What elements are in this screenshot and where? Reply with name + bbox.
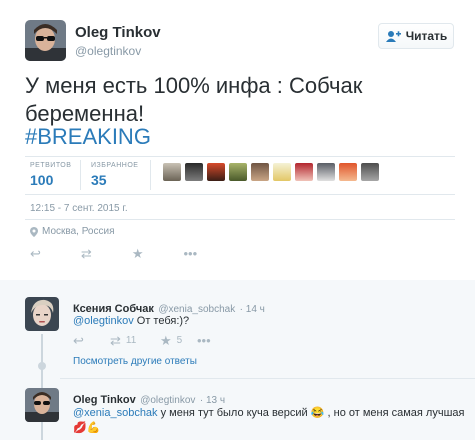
- reply-author-name[interactable]: Oleg Tinkov: [73, 394, 136, 406]
- likes-stat[interactable]: ИЗБРАННОЕ 35: [91, 162, 138, 188]
- stats-bottom-divider: [25, 194, 455, 195]
- liker-avatars: [163, 163, 379, 181]
- liker-avatar[interactable]: [185, 163, 203, 181]
- reply-reply-button[interactable]: ↩: [73, 334, 110, 347]
- reply-retweet-button[interactable]: ⇄ 11: [110, 334, 160, 347]
- follow-label: Читать: [405, 29, 448, 43]
- reply-divider: [60, 378, 475, 379]
- meta-divider: [25, 219, 455, 220]
- follow-icon: [385, 31, 401, 42]
- reply-time[interactable]: · 14 ч: [240, 304, 265, 315]
- reply-author-name[interactable]: Ксения Собчак: [73, 303, 154, 315]
- author-avatar[interactable]: [25, 20, 66, 61]
- tweet-actions: ↩ ⇄ ★ •••: [30, 247, 197, 260]
- retweet-icon: ⇄: [110, 333, 121, 348]
- reply-text: @olegtinkov От тебя:)?: [73, 315, 189, 327]
- retweet-button[interactable]: ⇄: [81, 247, 92, 260]
- reply-avatar[interactable]: [25, 388, 59, 422]
- author-handle[interactable]: @olegtinkov: [75, 44, 141, 58]
- reply-body: у меня тут было куча версий 😂 , но от ме…: [157, 407, 465, 419]
- reply-emoji-line: 💋💪: [73, 422, 101, 434]
- reply-actions: ↩ ⇄ 11 ★ 5 •••: [73, 334, 211, 347]
- liker-avatar[interactable]: [295, 163, 313, 181]
- likes-label: ИЗБРАННОЕ: [91, 162, 139, 169]
- retweets-label: РЕТВИТОВ: [30, 162, 72, 169]
- retweets-count: 100: [30, 172, 54, 188]
- favorite-button[interactable]: ★: [132, 247, 144, 260]
- reply-more-button[interactable]: •••: [197, 334, 211, 347]
- liker-avatar[interactable]: [361, 163, 379, 181]
- liker-avatar[interactable]: [163, 163, 181, 181]
- reply-avatar[interactable]: [25, 297, 59, 331]
- follow-button[interactable]: Читать: [378, 23, 454, 49]
- hashtag-link[interactable]: #BREAKING: [25, 123, 151, 151]
- tweet-timestamp[interactable]: 12:15 - 7 сент. 2015 г.: [30, 203, 128, 214]
- location-pin-icon: [30, 226, 38, 237]
- tweet-location[interactable]: Москва, Россия: [30, 226, 115, 237]
- retweets-stat[interactable]: РЕТВИТОВ 100: [30, 162, 71, 188]
- reply-icon: ↩: [73, 333, 84, 348]
- reply-mention[interactable]: @xenia_sobchak: [73, 407, 158, 419]
- liker-avatar[interactable]: [317, 163, 335, 181]
- stat-separator: [150, 160, 151, 190]
- star-icon: ★: [131, 246, 144, 261]
- reply-author-handle[interactable]: @xenia_sobchak: [158, 304, 235, 315]
- more-dots-icon: •••: [197, 333, 211, 348]
- retweet-icon: ⇄: [80, 246, 92, 261]
- more-button[interactable]: •••: [183, 247, 197, 260]
- reply-retweet-count: 11: [125, 335, 137, 346]
- stat-separator: [80, 160, 81, 190]
- liker-avatar[interactable]: [207, 163, 225, 181]
- reply-mention[interactable]: @olegtinkov: [73, 315, 134, 327]
- view-more-replies-link[interactable]: Посмотреть другие ответы: [73, 356, 197, 367]
- reply-button[interactable]: ↩: [30, 247, 41, 260]
- liker-avatar[interactable]: [251, 163, 269, 181]
- reply-favorite-button[interactable]: ★ 5: [160, 334, 197, 347]
- liker-avatar[interactable]: [229, 163, 247, 181]
- tweet-text: У меня есть 100% инфа : Собчак беременна…: [25, 73, 363, 126]
- likes-count: 35: [91, 172, 107, 188]
- more-dots-icon: •••: [183, 246, 198, 261]
- liker-avatar[interactable]: [339, 163, 357, 181]
- liker-avatar[interactable]: [273, 163, 291, 181]
- star-icon: ★: [160, 333, 172, 348]
- location-label: Москва, Россия: [42, 226, 115, 237]
- thread-line: [41, 334, 43, 440]
- reply-like-count: 5: [176, 335, 183, 346]
- reply-icon: ↩: [30, 246, 41, 261]
- stats-top-divider: [25, 156, 455, 157]
- author-name[interactable]: Oleg Tinkov: [75, 24, 161, 41]
- reply-time[interactable]: · 13 ч: [200, 395, 225, 406]
- reply-text: @xenia_sobchak у меня тут было куча верс…: [73, 406, 473, 419]
- thread-dot: [38, 362, 46, 370]
- reply-author-handle[interactable]: @olegtinkov: [140, 395, 195, 406]
- reply-body: От тебя:)?: [133, 315, 190, 327]
